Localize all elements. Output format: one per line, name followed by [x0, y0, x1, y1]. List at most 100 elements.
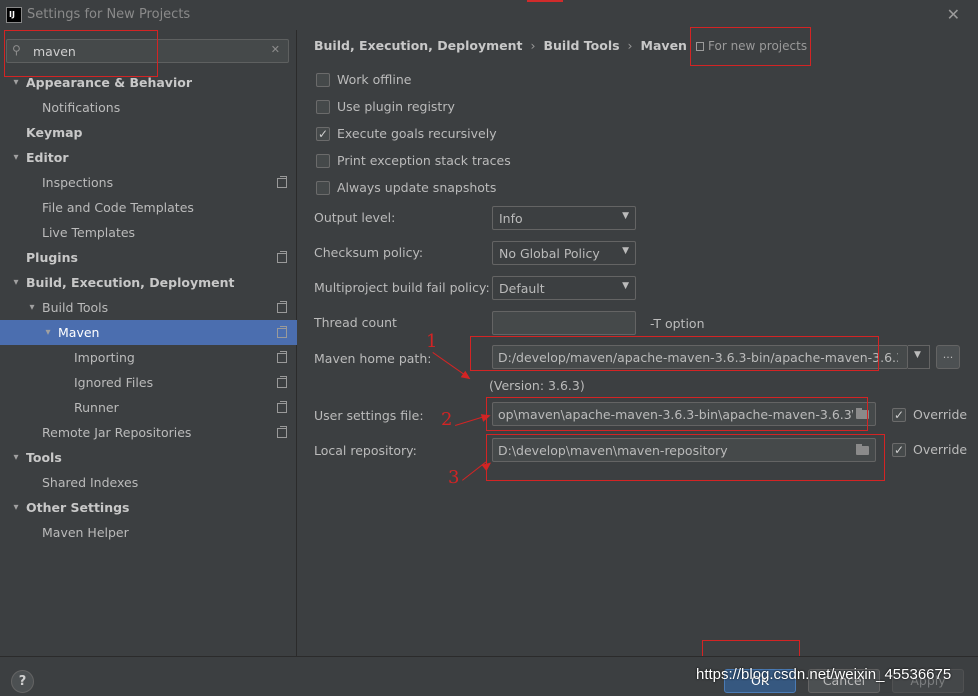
sidebar-item-build-execution-deployment[interactable]: ▾ Build, Execution, Deployment	[0, 270, 297, 295]
sidebar-item-label: Build Tools	[42, 300, 109, 315]
folder-icon[interactable]	[856, 408, 869, 419]
expand-arrow-icon[interactable]: ▾	[10, 70, 22, 95]
sidebar-item-label: File and Code Templates	[42, 200, 194, 215]
checkbox-checked[interactable]	[892, 442, 906, 458]
sidebar-item-label: Maven	[58, 325, 100, 340]
dropdown-arrow-icon: ▼	[914, 350, 921, 360]
expand-arrow-icon[interactable]: ▾	[26, 295, 38, 320]
sidebar-item-other-settings[interactable]: ▾ Other Settings	[0, 495, 297, 520]
sidebar-item-editor[interactable]: ▾ Editor	[0, 145, 297, 170]
maven-settings-panel: Build, Execution, Deployment › Build Tools…	[298, 30, 978, 656]
output-level-label: Output level:	[314, 210, 396, 225]
breadcrumb: Build, Execution, Deployment › Build Tools…	[314, 38, 687, 53]
breadcrumb-item[interactable]: Build Tools	[543, 38, 619, 53]
project-scope-icon	[696, 42, 704, 51]
expand-arrow-icon[interactable]: ▾	[10, 145, 22, 170]
breadcrumb-separator: ›	[627, 38, 633, 53]
project-scope-icon	[277, 376, 287, 388]
maven-version-label: (Version: 3.6.3)	[489, 378, 585, 393]
project-scope-icon	[277, 176, 287, 188]
output-level-dropdown[interactable]: Info ▼	[492, 206, 636, 230]
sidebar-item-importing[interactable]: Importing	[0, 345, 297, 370]
thread-count-label: Thread count	[314, 315, 397, 330]
checkbox-checked[interactable]	[892, 407, 906, 423]
project-scope-icon	[277, 351, 287, 363]
sidebar-item-maven[interactable]: ▾ Maven	[0, 320, 297, 345]
dropdown-arrow-icon: ▼	[622, 211, 629, 221]
sidebar-item-notifications[interactable]: Notifications	[0, 95, 297, 120]
title-bar: IJ Settings for New Projects ✕	[0, 0, 978, 30]
breadcrumb-item: Maven	[640, 38, 687, 53]
window-title: Settings for New Projects	[27, 7, 191, 22]
expand-arrow-icon[interactable]: ▾	[10, 495, 22, 520]
checkbox-checked[interactable]	[316, 126, 330, 142]
settings-search-box[interactable]: ⚲ ✕	[6, 39, 289, 63]
project-scope-icon	[277, 301, 287, 313]
sidebar-item-maven-helper[interactable]: Maven Helper	[0, 520, 297, 545]
browse-maven-home-button[interactable]: ...	[936, 345, 960, 369]
sidebar-item-live-templates[interactable]: Live Templates	[0, 220, 297, 245]
annotation-number-3: 3	[448, 467, 460, 488]
project-scope-icon	[277, 251, 287, 263]
checkbox[interactable]	[316, 100, 330, 114]
dropdown-arrow-icon: ▼	[622, 246, 629, 256]
sidebar-item-remote-jar-repositories[interactable]: Remote Jar Repositories	[0, 420, 297, 445]
sidebar-item-label: Appearance & Behavior	[26, 75, 192, 90]
sidebar-item-label: Plugins	[26, 250, 78, 265]
sidebar-item-plugins[interactable]: Plugins	[0, 245, 297, 270]
maven-home-dropdown-button[interactable]: ▼	[908, 345, 930, 369]
breadcrumb-separator: ›	[530, 38, 536, 53]
sidebar-item-label: Inspections	[42, 175, 114, 190]
expand-arrow-icon[interactable]: ▾	[10, 270, 22, 295]
settings-tree: ▾ Appearance & Behavior Notifications Keyma…	[0, 70, 297, 545]
sidebar-item-label: Live Templates	[42, 225, 136, 240]
project-scope-icon	[277, 326, 287, 338]
t-option-hint: -T option	[650, 316, 705, 331]
sidebar-item-appearance-behavior[interactable]: ▾ Appearance & Behavior	[0, 70, 297, 95]
maven-home-path-input[interactable]: D:/develop/maven/apache-maven-3.6.3-bin/…	[492, 345, 908, 369]
search-input[interactable]	[33, 42, 263, 60]
breadcrumb-item[interactable]: Build, Execution, Deployment	[314, 38, 522, 53]
multiproject-fail-policy-dropdown[interactable]: Default ▼	[492, 276, 636, 300]
user-settings-file-label: User settings file:	[314, 408, 424, 423]
checksum-policy-dropdown[interactable]: No Global Policy ▼	[492, 241, 636, 265]
sidebar-item-label: Importing	[74, 350, 135, 365]
help-button[interactable]: ?	[11, 670, 34, 693]
sidebar-item-build-tools[interactable]: ▾ Build Tools	[0, 295, 297, 320]
sidebar-item-label: Shared Indexes	[42, 475, 139, 490]
settings-sidebar: ⚲ ✕ ▾ Appearance & Behavior Notifications K…	[0, 30, 297, 656]
sidebar-item-label: Maven Helper	[42, 525, 129, 540]
sidebar-item-runner[interactable]: Runner	[0, 395, 297, 420]
expand-arrow-icon[interactable]: ▾	[10, 445, 22, 470]
sidebar-item-tools[interactable]: ▾ Tools	[0, 445, 297, 470]
local-repository-input[interactable]: D:\develop\maven\maven-repository	[492, 438, 876, 462]
project-scope-icon	[277, 401, 287, 413]
checkbox[interactable]	[316, 73, 330, 87]
red-annotation-mark	[527, 0, 563, 2]
expand-arrow-icon[interactable]: ▾	[42, 320, 54, 345]
multiproject-fail-policy-label: Multiproject build fail policy:	[314, 280, 490, 295]
sidebar-item-label: Other Settings	[26, 500, 130, 515]
thread-count-input[interactable]	[492, 311, 636, 335]
sidebar-item-file-and-code-templates[interactable]: File and Code Templates	[0, 195, 297, 220]
sidebar-item-label: Notifications	[42, 100, 121, 115]
sidebar-item-label: Keymap	[26, 125, 83, 140]
checksum-policy-label: Checksum policy:	[314, 245, 424, 260]
sidebar-item-shared-indexes[interactable]: Shared Indexes	[0, 470, 297, 495]
sidebar-item-inspections[interactable]: Inspections	[0, 170, 297, 195]
project-scope-icon	[277, 426, 287, 438]
checkbox[interactable]	[316, 181, 330, 195]
user-settings-file-input[interactable]: op\maven\apache-maven-3.6.3-bin\apache-m…	[492, 402, 876, 426]
maven-home-path-label: Maven home path:	[314, 351, 432, 366]
sidebar-item-label: Runner	[74, 400, 119, 415]
checkbox[interactable]	[316, 154, 330, 168]
sidebar-item-label: Tools	[26, 450, 62, 465]
sidebar-item-keymap[interactable]: Keymap	[0, 120, 297, 145]
sidebar-item-label: Build, Execution, Deployment	[26, 275, 235, 290]
clear-search-icon[interactable]: ✕	[271, 43, 280, 56]
sidebar-item-ignored-files[interactable]: Ignored Files	[0, 370, 297, 395]
folder-icon[interactable]	[856, 444, 869, 455]
dropdown-arrow-icon: ▼	[622, 281, 629, 291]
for-new-projects-label: For new projects	[696, 39, 807, 53]
close-icon[interactable]: ✕	[947, 5, 960, 24]
